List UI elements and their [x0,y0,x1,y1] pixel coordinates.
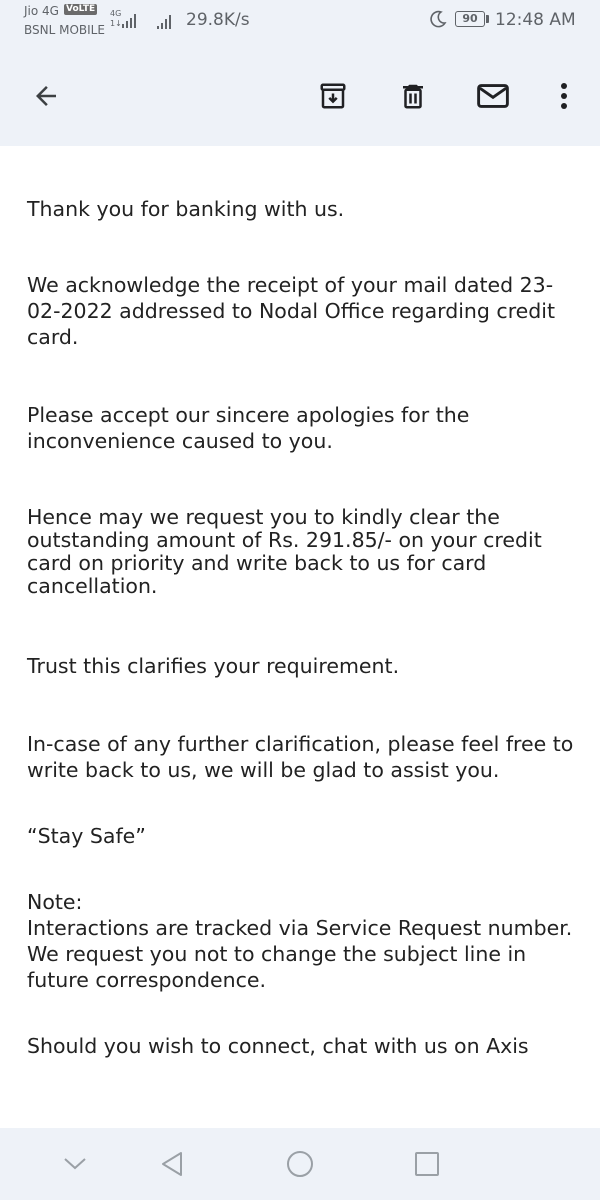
recents-button[interactable] [407,1144,447,1184]
email-body: Thank you for banking with us. We acknow… [27,196,577,1059]
chevron-down-icon [64,1158,86,1170]
battery-tip [486,15,489,23]
signal-icon: 4G 1↓ [110,9,142,32]
collapse-nav-button[interactable] [55,1144,95,1184]
more-options-button[interactable] [542,74,586,118]
volte-badge: VoLTE [64,4,98,15]
carrier-primary: Jio 4G [24,4,59,18]
email-paragraph-6: In-case of any further clarification, pl… [27,732,574,782]
more-vert-icon [561,83,567,109]
email-paragraph-4: Hence may we request you to kindly clear… [27,505,542,598]
back-arrow-icon [36,86,56,106]
archive-icon [320,83,346,109]
recents-square-icon [415,1152,439,1176]
email-paragraph-3: Please accept our sincere apologies for … [27,403,470,453]
nav-back-button[interactable] [152,1144,192,1184]
mark-unread-button[interactable] [471,74,515,118]
do-not-disturb-moon-icon [430,10,447,28]
nav-back-icon [162,1152,182,1176]
mail-icon [477,84,509,108]
signal-icon-secondary [157,13,171,29]
home-circle-icon [287,1151,313,1177]
email-paragraph-9: Should you wish to connect, chat with us… [27,1034,529,1058]
email-paragraph-5: Trust this clarifies your requirement. [27,654,400,678]
back-button[interactable] [24,74,68,118]
delete-icon [403,84,423,109]
clock: 12:48 AM [495,10,576,30]
archive-button[interactable] [311,74,355,118]
header-area: Jio 4G VoLTE BSNL MOBILE 4G 1↓ 29.8K/s 9… [0,0,600,146]
carrier-secondary: BSNL MOBILE [24,23,105,37]
network-speed: 29.8K/s [186,10,250,30]
email-toolbar [0,60,600,130]
network-sub: 1↓ [110,19,122,28]
home-button[interactable] [280,1144,320,1184]
system-nav-bar [0,1128,600,1200]
email-paragraph-1: Thank you for banking with us. [27,197,345,221]
battery-indicator: 90 [455,11,485,27]
delete-button[interactable] [391,74,435,118]
email-note-label: Note: [27,890,83,914]
email-paragraph-8: Interactions are tracked via Service Req… [27,916,573,992]
email-paragraph-7: “Stay Safe” [27,824,146,848]
status-bar: Jio 4G VoLTE BSNL MOBILE 4G 1↓ 29.8K/s 9… [0,0,600,44]
network-type: 4G [110,9,122,18]
email-paragraph-2: We acknowledge the receipt of your mail … [27,273,556,349]
